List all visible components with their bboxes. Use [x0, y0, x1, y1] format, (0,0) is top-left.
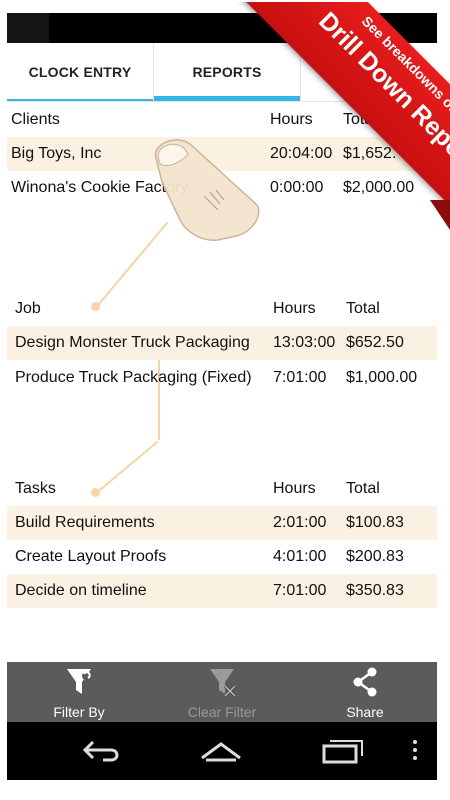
ribbon-title: Drill Down Reports — [313, 6, 450, 186]
hours-header: Hours — [273, 300, 316, 317]
tasks-header-row: Tasks Hours Total — [7, 472, 437, 506]
task-name: Create Layout Proofs — [15, 548, 167, 565]
status-bar-notification-area — [7, 13, 49, 43]
total-header: Total — [346, 480, 380, 497]
job-total: $1,000.00 — [346, 369, 418, 386]
promo-ribbon: See breakdowns of work Drill Down Report… — [222, 2, 450, 230]
share-button[interactable]: Share — [295, 662, 435, 722]
filter-icon — [67, 669, 91, 694]
clients-header: Clients — [11, 111, 60, 128]
job-header-row: Job Hours Total — [7, 292, 437, 326]
home-icon[interactable] — [198, 736, 244, 766]
task-total: $350.83 — [346, 582, 404, 599]
tasks-header: Tasks — [15, 480, 56, 497]
clear-filter-button[interactable]: Clear Filter — [152, 662, 292, 722]
client-name: Big Toys, Inc — [11, 145, 102, 162]
clear-filter-label: Clear Filter — [187, 704, 257, 720]
total-header: Total — [346, 300, 380, 317]
tab-clock-entry-label: CLOCK ENTRY — [28, 64, 132, 80]
job-name: Design Monster Truck Packaging — [15, 334, 250, 351]
share-icon — [353, 667, 377, 697]
tab-clock-entry-underline — [7, 99, 153, 101]
overflow-menu-icon[interactable] — [410, 736, 420, 766]
job-hours: 7:01:00 — [273, 369, 327, 386]
task-total: $100.83 — [346, 514, 404, 531]
ribbon-band: See breakdowns of work Drill Down Report… — [237, 2, 450, 230]
table-row[interactable]: Create Layout Proofs 4:01:00 $200.83 — [7, 540, 437, 574]
task-hours: 7:01:00 — [273, 582, 327, 599]
job-name: Produce Truck Packaging (Fixed) — [15, 369, 252, 386]
clear-filter-icon — [210, 669, 237, 698]
job-hours: 13:03:00 — [273, 334, 336, 351]
table-row[interactable]: Produce Truck Packaging (Fixed) 7:01:00 … — [7, 361, 437, 395]
back-icon[interactable] — [81, 736, 123, 766]
share-label: Share — [346, 704, 384, 720]
filter-by-button[interactable]: Filter By — [9, 662, 149, 722]
filter-by-label: Filter By — [53, 704, 105, 720]
job-total: $652.50 — [346, 334, 404, 351]
task-name: Build Requirements — [15, 514, 155, 531]
job-header: Job — [15, 300, 41, 317]
system-nav-bar — [7, 722, 437, 780]
tab-clock-entry[interactable]: CLOCK ENTRY — [7, 43, 153, 101]
task-hours: 2:01:00 — [273, 514, 327, 531]
task-total: $200.83 — [346, 548, 404, 565]
table-row[interactable]: Decide on timeline 7:01:00 $350.83 — [7, 574, 437, 608]
task-name: Decide on timeline — [15, 582, 147, 599]
table-row[interactable]: Build Requirements 2:01:00 $100.83 — [7, 506, 437, 540]
hours-header: Hours — [273, 480, 316, 497]
table-row[interactable]: Design Monster Truck Packaging 13:03:00 … — [7, 326, 437, 360]
action-bar: Filter By Clear Filter Share — [7, 662, 437, 722]
task-hours: 4:01:00 — [273, 548, 327, 565]
recent-apps-icon[interactable] — [320, 736, 366, 766]
